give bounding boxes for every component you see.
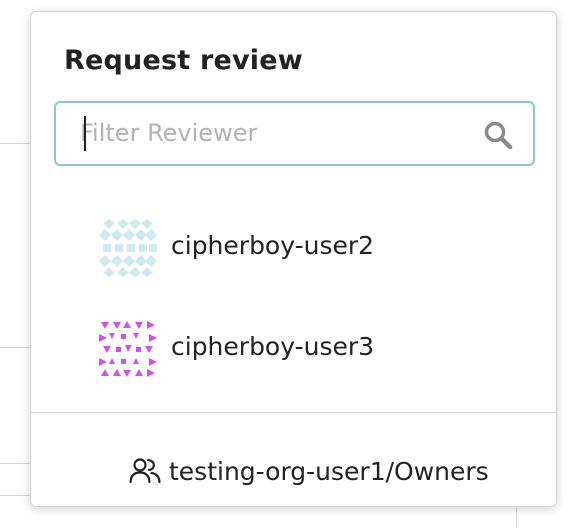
avatar xyxy=(99,219,157,277)
avatar xyxy=(99,320,157,378)
team-reviewer-option[interactable]: testing-org-user1/Owners xyxy=(129,455,539,491)
request-review-popover: Request review Filter Reviewer cipherboy… xyxy=(30,11,557,507)
background-divider xyxy=(0,143,30,144)
reviewer-option[interactable]: cipherboy-user2 xyxy=(99,219,519,279)
text-caret xyxy=(84,116,86,151)
reviewer-option[interactable]: cipherboy-user3 xyxy=(99,320,519,380)
team-name: testing-org-user1/Owners xyxy=(169,457,489,486)
search-icon xyxy=(484,121,513,150)
popover-title: Request review xyxy=(64,45,303,76)
background-divider xyxy=(0,495,30,496)
section-divider xyxy=(31,412,556,413)
background-divider xyxy=(0,347,30,348)
reviewer-name: cipherboy-user3 xyxy=(171,332,375,361)
filter-reviewer-input[interactable] xyxy=(80,116,470,150)
background-divider xyxy=(0,463,30,464)
reviewer-name: cipherboy-user2 xyxy=(171,231,375,260)
filter-reviewer-field[interactable] xyxy=(54,101,535,166)
people-icon xyxy=(129,458,161,484)
